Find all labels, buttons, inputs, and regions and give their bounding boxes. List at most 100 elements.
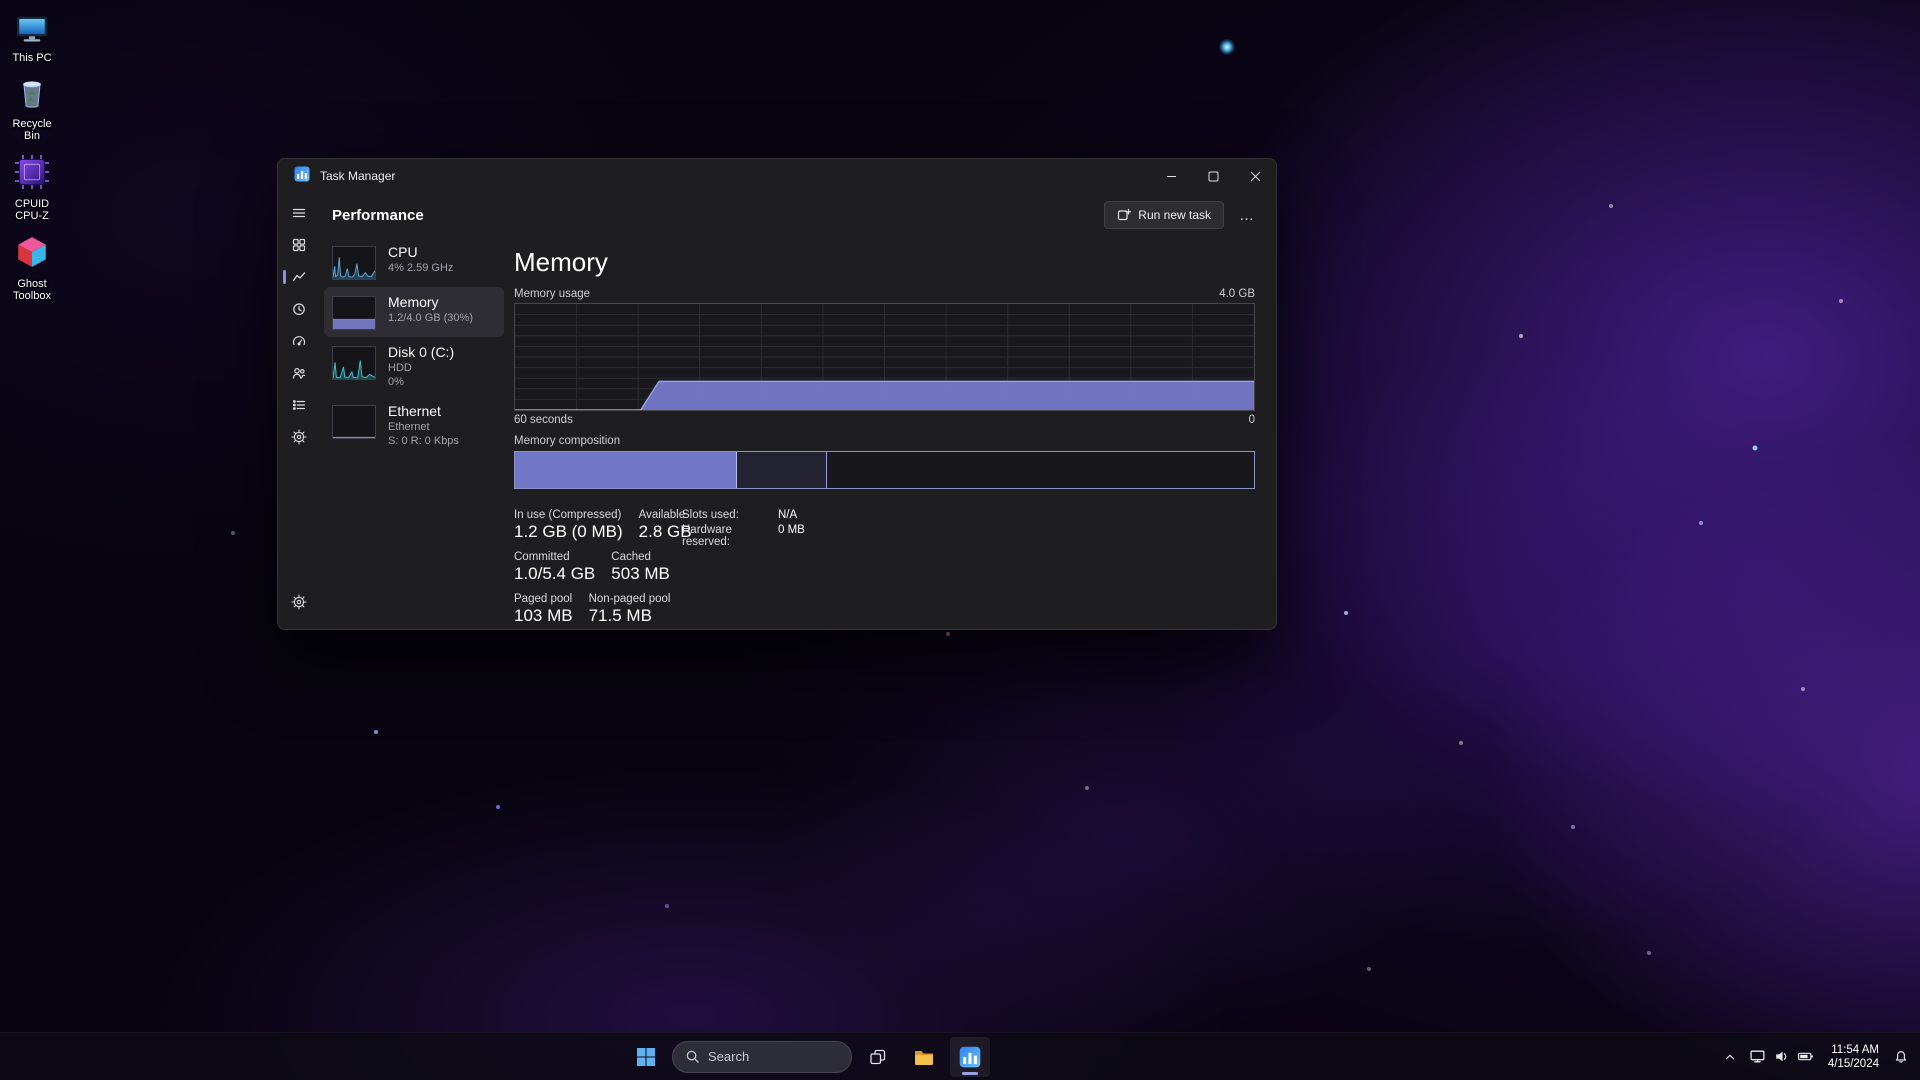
close-icon [1250, 171, 1261, 182]
services-icon [291, 429, 307, 445]
close-button[interactable] [1234, 159, 1276, 193]
bright-star [1219, 39, 1235, 55]
sidebar-item-services[interactable] [282, 422, 316, 452]
processes-icon [291, 237, 307, 253]
stat-label: Cached [611, 551, 670, 563]
perf-item-detail: HDD [388, 361, 454, 375]
this-pc-icon [14, 12, 50, 49]
disk-mini-graph [332, 346, 376, 380]
maximize-button[interactable] [1192, 159, 1234, 193]
notification-center-button[interactable] [1888, 1037, 1914, 1077]
more-options-button[interactable]: … [1232, 201, 1262, 229]
file-explorer-button[interactable] [904, 1037, 944, 1077]
stat-value: 1.2 GB (0 MB) [514, 522, 623, 542]
title-bar[interactable]: Task Manager [278, 159, 1276, 193]
taskbar-clock[interactable]: 11:54 AM 4/15/2024 [1821, 1043, 1886, 1071]
time-zero-label: 0 [1249, 414, 1255, 426]
recycle-bin-icon [16, 76, 48, 115]
composition-segment-in-use [515, 452, 737, 488]
memory-stats: In use (Compressed) Available 1.2 GB (0 … [514, 509, 1255, 626]
sidebar-item-startup-apps[interactable] [282, 326, 316, 356]
perf-item-ethernet[interactable]: Ethernet Ethernet S: 0 R: 0 Kbps [324, 396, 504, 455]
minimize-button[interactable] [1150, 159, 1192, 193]
performance-icon [291, 269, 307, 285]
startup-apps-icon [291, 333, 307, 349]
settings-button[interactable] [282, 587, 316, 617]
page-title: Performance [332, 207, 424, 224]
search-icon [685, 1049, 700, 1064]
sidebar-item-users[interactable] [282, 358, 316, 388]
perf-item-detail: S: 0 R: 0 Kbps [388, 434, 459, 448]
page-header: Performance Run new task … [320, 193, 1276, 237]
clock-time: 11:54 AM [1828, 1043, 1879, 1057]
run-new-task-label: Run new task [1138, 208, 1211, 222]
stat-label: Non-paged pool [589, 593, 671, 605]
stat-label: Hardware reserved: [682, 524, 778, 548]
system-tray-indicators[interactable] [1744, 1037, 1819, 1077]
display-icon [1749, 1048, 1766, 1065]
stats-row-2: Committed Cached 1.0/5.4 GB 503 MB [514, 551, 670, 584]
run-new-task-button[interactable]: Run new task [1104, 201, 1224, 229]
perf-item-memory[interactable]: Memory 1.2/4.0 GB (30%) [324, 287, 504, 337]
perf-item-detail: 4% 2.59 GHz [388, 261, 453, 275]
stat-value: 103 MB [514, 606, 573, 626]
time-span-label: 60 seconds [514, 414, 573, 426]
memory-detail-pane: Memory Memory usage 4.0 GB 60 seconds 0 … [512, 237, 1276, 629]
desktop-icon-label: Recycle Bin [3, 118, 61, 142]
menu-icon [291, 205, 307, 221]
perf-item-cpu[interactable]: CPU 4% 2.59 GHz [324, 237, 504, 287]
maximize-icon [1208, 171, 1219, 182]
task-manager-app-icon [294, 166, 310, 187]
desktop-icon-ghost-toolbox[interactable]: Ghost Toolbox [0, 228, 64, 308]
task-view-button[interactable] [858, 1037, 898, 1077]
perf-item-detail: Ethernet [388, 420, 459, 434]
stats-row-3: Paged pool Non-paged pool 103 MB 71.5 MB [514, 593, 670, 626]
stat-value: 1.0/5.4 GB [514, 564, 595, 584]
composition-segment-free [827, 452, 1254, 488]
battery-icon [1797, 1048, 1814, 1065]
task-manager-icon [959, 1046, 981, 1068]
navigation-rail [278, 193, 320, 629]
sidebar-item-performance[interactable] [282, 262, 316, 292]
desktop-icon-label: CPUID CPU-Z [3, 198, 61, 222]
cpu-z-icon [14, 154, 50, 195]
desktop-icon-cpu-z[interactable]: CPUID CPU-Z [0, 148, 64, 228]
stats-row-1: In use (Compressed) Available 1.2 GB (0 … [514, 509, 692, 542]
sidebar-item-processes[interactable] [282, 230, 316, 260]
file-explorer-icon [913, 1046, 935, 1068]
start-button[interactable] [626, 1037, 666, 1077]
ghost-toolbox-icon [14, 234, 50, 275]
task-manager-window: Task Manager [277, 158, 1277, 630]
desktop-icon-label: This PC [12, 52, 51, 64]
memory-composition-bar [514, 451, 1255, 489]
desktop-icon-recycle-bin[interactable]: Recycle Bin [0, 70, 64, 148]
composition-segment-modified [737, 452, 827, 488]
users-icon [291, 365, 307, 381]
scale-max-label: 4.0 GB [1219, 288, 1255, 300]
perf-item-detail: 1.2/4.0 GB (30%) [388, 311, 473, 325]
hidden-icons-button[interactable] [1718, 1037, 1742, 1077]
stat-label: In use (Compressed) [514, 509, 623, 521]
taskbar-search[interactable] [672, 1041, 852, 1073]
desktop-icon-column: This PC Recycle Bin [0, 6, 66, 308]
stat-value: 71.5 MB [589, 606, 671, 626]
window-title: Task Manager [320, 169, 395, 183]
sidebar-item-details[interactable] [282, 390, 316, 420]
search-input[interactable] [708, 1049, 828, 1064]
taskbar: 11:54 AM 4/15/2024 [0, 1032, 1920, 1080]
stats-side-block: Slots used: N/A Hardware reserved: 0 MB [682, 509, 805, 548]
run-new-task-icon [1117, 208, 1131, 222]
perf-item-disk[interactable]: Disk 0 (C:) HDD 0% [324, 337, 504, 396]
desktop-icon-this-pc[interactable]: This PC [0, 6, 64, 70]
task-manager-taskbar-button[interactable] [950, 1037, 990, 1077]
stat-value: 503 MB [611, 564, 670, 584]
stat-label: Slots used: [682, 509, 778, 521]
menu-button[interactable] [282, 198, 316, 228]
gear-icon [291, 594, 307, 610]
stat-value: N/A [778, 509, 805, 521]
memory-mini-graph [332, 296, 376, 330]
sidebar-item-app-history[interactable] [282, 294, 316, 324]
performance-list: CPU 4% 2.59 GHz Memory 1.2/4.0 GB (30%) [320, 237, 512, 629]
composition-label: Memory composition [514, 435, 1255, 447]
desktop: This PC Recycle Bin [0, 0, 1920, 1080]
